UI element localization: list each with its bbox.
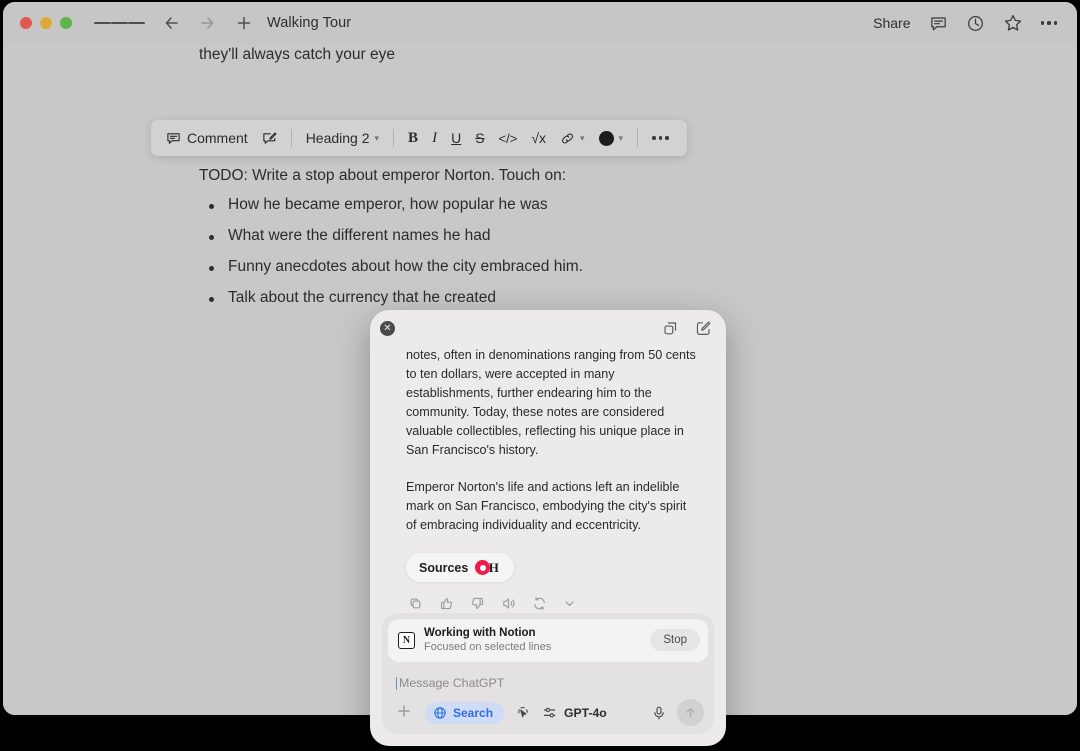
stop-button[interactable]: Stop xyxy=(650,629,700,652)
forward-arrow-icon[interactable] xyxy=(198,14,216,32)
hamburger-icon[interactable] xyxy=(94,19,145,27)
chevron-down-icon: ▾ xyxy=(580,132,585,143)
link-icon xyxy=(560,131,575,146)
star-icon[interactable] xyxy=(1003,13,1023,33)
italic-button[interactable]: I xyxy=(425,125,444,151)
bullet-list: How he became emperor, how popular he wa… xyxy=(203,196,583,320)
share-button[interactable]: Share xyxy=(873,15,910,31)
sources-button[interactable]: Sources H xyxy=(406,553,515,582)
formatting-toolbar: Comment Heading 2 ▾ B I U S </> √x ▾ ▾ xyxy=(151,120,687,156)
message-actions xyxy=(370,582,726,611)
cursor-sparkle-icon[interactable] xyxy=(515,705,531,721)
toolbar-divider xyxy=(290,129,292,147)
suggest-edit-button[interactable] xyxy=(255,125,284,151)
status-title: Working with Notion xyxy=(424,626,536,639)
thumbs-up-icon[interactable] xyxy=(439,596,454,611)
bold-button[interactable]: B xyxy=(401,125,425,151)
titlebar-actions: Share xyxy=(873,13,1057,33)
toolbar-divider xyxy=(393,129,395,147)
message-paragraph-text: Emperor Norton's life and actions left a… xyxy=(406,480,687,532)
close-window-button[interactable] xyxy=(20,17,32,29)
title-bar: Walking Tour Share xyxy=(3,2,1077,44)
copy-icon[interactable] xyxy=(408,596,423,611)
chatgpt-panel-header: ✕ xyxy=(370,310,726,342)
comment-icon[interactable] xyxy=(929,14,948,33)
composer-toolbar: Search GPT-4o xyxy=(388,692,708,728)
list-item[interactable]: How he became emperor, how popular he wa… xyxy=(203,196,583,214)
block-type-dropdown[interactable]: Heading 2 ▾ xyxy=(299,125,386,151)
globe-icon xyxy=(433,706,447,720)
minimize-window-button[interactable] xyxy=(40,17,52,29)
chevron-down-icon: ▾ xyxy=(618,132,624,143)
compose-icon[interactable] xyxy=(695,320,712,337)
H-favicon: H xyxy=(488,559,499,575)
message-input[interactable]: Message ChatGPT xyxy=(388,670,708,692)
text-caret xyxy=(396,676,397,690)
status-text: Working with Notion Focused on selected … xyxy=(424,626,551,655)
send-button[interactable] xyxy=(677,699,704,726)
new-window-icon[interactable] xyxy=(662,320,679,337)
document-title[interactable]: Walking Tour xyxy=(267,15,351,31)
close-icon[interactable]: ✕ xyxy=(380,320,395,336)
maximize-window-button[interactable] xyxy=(60,17,72,29)
source-favicons: H xyxy=(475,560,501,575)
underline-button[interactable]: U xyxy=(444,125,468,151)
search-label: Search xyxy=(453,705,494,720)
status-subtitle: Focused on selected lines xyxy=(424,641,552,654)
link-button[interactable]: ▾ xyxy=(553,125,592,151)
sliders-icon xyxy=(542,705,558,721)
message-paragraph: notes, often in denominations ranging fr… xyxy=(406,348,696,457)
list-item[interactable]: Funny anecdotes about how the city embra… xyxy=(203,258,583,276)
block-type-label: Heading 2 xyxy=(305,130,370,146)
notion-icon: N xyxy=(398,631,415,649)
chevron-down-icon: ▾ xyxy=(374,132,380,143)
inline-code-button[interactable]: </> xyxy=(492,125,525,151)
equation-button[interactable]: √x xyxy=(524,125,553,151)
list-item[interactable]: Talk about the currency that he created xyxy=(203,289,583,307)
chatgpt-header-actions xyxy=(662,320,712,337)
more-icon xyxy=(652,136,669,140)
microphone-icon[interactable] xyxy=(651,705,667,721)
traffic-lights[interactable] xyxy=(20,17,72,29)
chat-transcript[interactable]: notes, often in denominations ranging fr… xyxy=(370,342,726,613)
comment-edit-icon xyxy=(262,131,277,146)
chatgpt-panel: ✕ notes, often in denominations ranging … xyxy=(370,310,726,746)
comment-bubble-icon xyxy=(166,131,181,146)
message-input-placeholder: Message ChatGPT xyxy=(399,676,505,690)
chevron-down-icon[interactable] xyxy=(563,597,576,610)
attach-button[interactable] xyxy=(394,703,414,722)
color-swatch-icon xyxy=(598,130,614,146)
working-with-app-status: N Working with Notion Focused on selecte… xyxy=(388,618,708,662)
new-page-button[interactable] xyxy=(235,14,253,32)
chat-composer: N Working with Notion Focused on selecte… xyxy=(382,612,714,734)
thumbs-down-icon[interactable] xyxy=(470,596,485,611)
list-item[interactable]: What were the different names he had xyxy=(203,227,583,245)
toolbar-more-button[interactable] xyxy=(645,125,676,151)
back-arrow-icon[interactable] xyxy=(163,14,181,32)
composer-right-actions xyxy=(651,699,704,726)
read-aloud-icon[interactable] xyxy=(501,596,516,611)
strikethrough-button[interactable]: S xyxy=(468,125,491,151)
paragraph-above[interactable]: they'll always catch your eye xyxy=(199,46,395,64)
screen: Walking Tour Share they'll always catch … xyxy=(0,0,1080,751)
sources-label: Sources xyxy=(419,560,469,575)
model-selector[interactable]: GPT-4o xyxy=(542,705,607,721)
model-name-label: GPT-4o xyxy=(564,705,607,720)
more-icon[interactable] xyxy=(1040,21,1057,25)
text-color-button[interactable]: ▾ xyxy=(592,125,631,151)
search-toggle-button[interactable]: Search xyxy=(425,701,505,724)
history-icon[interactable] xyxy=(966,14,985,33)
message-paragraph: Emperor Norton's life and actions left a… xyxy=(406,478,698,535)
assistant-message: notes, often in denominations ranging fr… xyxy=(370,346,726,535)
comment-button[interactable]: Comment xyxy=(162,125,255,151)
todo-paragraph[interactable]: TODO: Write a stop about emperor Norton.… xyxy=(199,167,566,185)
regenerate-icon[interactable] xyxy=(532,596,547,611)
comment-label: Comment xyxy=(187,130,248,146)
toolbar-divider xyxy=(637,129,639,147)
